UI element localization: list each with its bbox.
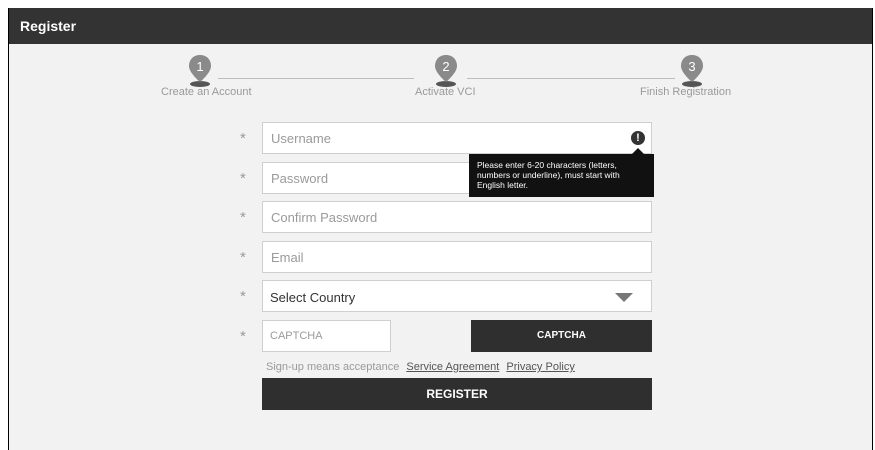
country-select-value: Select Country <box>270 290 356 305</box>
step-number: 1 <box>196 59 203 74</box>
window-title: Register <box>20 18 77 34</box>
country-select[interactable]: Select Country <box>262 280 652 312</box>
service-agreement-link[interactable]: Service Agreement <box>406 361 499 373</box>
location-pin-icon: 1 <box>188 54 212 88</box>
email-field[interactable] <box>262 241 652 273</box>
required-marker: * <box>240 249 246 266</box>
captcha-field[interactable] <box>262 320 391 352</box>
error-alert-icon[interactable]: ! <box>631 131 645 145</box>
step-label-create-account: Create an Account <box>161 86 252 98</box>
dropdown-caret-icon[interactable] <box>615 293 633 302</box>
location-pin-icon: 3 <box>680 54 704 88</box>
required-marker: * <box>240 170 246 187</box>
email-input[interactable] <box>263 242 651 272</box>
confirm-password-input[interactable] <box>263 202 651 232</box>
agreement-prefix: Sign-up means acceptance <box>266 361 400 373</box>
step-label-activate-vci: Activate VCI <box>415 86 476 98</box>
title-bar: Register <box>9 8 872 44</box>
privacy-policy-link[interactable]: Privacy Policy <box>506 361 574 373</box>
required-marker: * <box>240 209 246 226</box>
location-pin-icon: 2 <box>434 54 458 88</box>
step-label-finish-registration: Finish Registration <box>640 86 732 98</box>
step-connector-line <box>218 78 414 79</box>
required-marker: * <box>240 288 246 305</box>
step-connector-line <box>467 78 675 79</box>
username-field[interactable]: ! <box>262 122 652 154</box>
username-error-tooltip: Please enter 6-20 characters (letters, n… <box>469 148 654 197</box>
username-input[interactable] <box>263 123 651 153</box>
step-number: 2 <box>442 59 449 74</box>
agreement-text: Sign-up means acceptance Service Agreeme… <box>266 361 575 373</box>
register-button[interactable]: REGISTER <box>262 378 652 410</box>
confirm-password-field[interactable] <box>262 201 652 233</box>
required-marker: * <box>240 130 246 147</box>
step-number: 3 <box>688 59 695 74</box>
required-marker: * <box>240 328 246 345</box>
captcha-button[interactable]: CAPTCHA <box>471 320 652 352</box>
captcha-input[interactable] <box>263 321 390 351</box>
